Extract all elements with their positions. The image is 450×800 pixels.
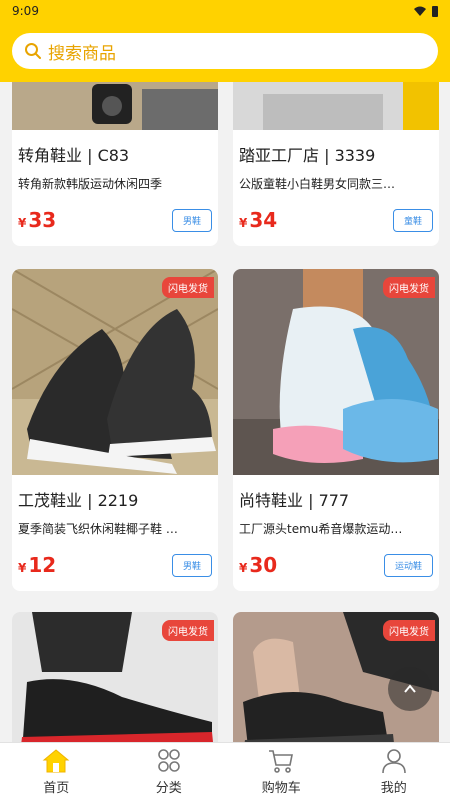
header: 搜索商品 — [0, 22, 450, 82]
status-bar: 9:09 — [0, 0, 450, 22]
product-card[interactable]: 闪电发货 尚特鞋业 | 777 工厂源头temu希音爆款运动… ¥30 运动鞋 — [233, 269, 439, 591]
product-image — [12, 82, 218, 130]
product-desc: 转角新款韩版运动休闲四季 — [18, 177, 163, 191]
battery-icon — [432, 5, 438, 17]
product-desc: 工厂源头temu希音爆款运动… — [239, 522, 403, 536]
product-card[interactable]: 闪电发货 — [12, 612, 218, 742]
flash-delivery-badge: 闪电发货 — [162, 620, 214, 641]
product-image: 闪电发货 — [12, 612, 218, 742]
search-bar[interactable]: 搜索商品 — [12, 33, 438, 69]
wifi-icon — [414, 6, 426, 16]
tab-home[interactable]: 首页 — [0, 743, 113, 800]
cart-icon — [269, 749, 294, 773]
product-image — [233, 82, 439, 130]
category-tag[interactable]: 男鞋 — [171, 553, 212, 577]
profile-icon — [381, 748, 406, 773]
product-price: ¥30 — [239, 553, 278, 577]
product-desc: 夏季简装飞织休闲鞋椰子鞋 … — [18, 522, 178, 536]
flash-delivery-badge: 闪电发货 — [162, 277, 214, 298]
tab-cart[interactable]: 购物车 — [225, 743, 338, 800]
flash-delivery-badge: 闪电发货 — [383, 277, 435, 298]
status-icons — [414, 5, 438, 17]
product-card[interactable]: 踏亚工厂店 | 3339 公版童鞋小白鞋男女同款三… ¥34 童鞋 — [233, 82, 439, 246]
product-price: ¥34 — [239, 208, 278, 232]
category-tag[interactable]: 运动鞋 — [383, 553, 433, 577]
status-time: 9:09 — [12, 4, 39, 18]
product-title: 转角鞋业 | C83 — [18, 146, 130, 165]
chevron-up-icon — [404, 684, 416, 693]
product-title: 踏亚工厂店 | 3339 — [239, 146, 376, 165]
product-card[interactable]: 转角鞋业 | C83 转角新款韩版运动休闲四季 ¥33 男鞋 — [12, 82, 218, 246]
tab-label: 分类 — [155, 780, 182, 796]
product-image: 闪电发货 — [12, 269, 218, 475]
product-feed[interactable]: 转角鞋业 | C83 转角新款韩版运动休闲四季 ¥33 男鞋 踏亚工厂店 | 3… — [0, 82, 450, 742]
search-icon — [25, 43, 41, 59]
home-icon — [42, 748, 70, 772]
back-to-top-button[interactable] — [388, 667, 432, 711]
category-icon — [157, 748, 180, 772]
search-placeholder: 搜索商品 — [48, 43, 116, 64]
product-desc: 公版童鞋小白鞋男女同款三… — [239, 177, 396, 191]
product-card[interactable]: 闪电发货 工茂鞋业 | 2219 夏季简装飞织休闲鞋椰子鞋 … ¥12 男鞋 — [12, 269, 218, 591]
category-tag[interactable]: 男鞋 — [171, 208, 212, 232]
product-title: 尚特鞋业 | 777 — [239, 491, 350, 510]
tab-profile[interactable]: 我的 — [338, 743, 450, 800]
product-image: 闪电发货 — [233, 269, 439, 475]
category-tag[interactable]: 童鞋 — [392, 208, 433, 232]
tab-label: 我的 — [380, 780, 407, 796]
flash-delivery-badge: 闪电发货 — [383, 620, 435, 641]
product-price: ¥12 — [18, 553, 57, 577]
tab-category[interactable]: 分类 — [113, 743, 226, 800]
bottom-tab-bar: 首页 分类 购物车 我的 — [0, 742, 450, 800]
tab-label: 首页 — [43, 780, 70, 796]
product-price: ¥33 — [18, 208, 57, 232]
tab-label: 购物车 — [261, 780, 301, 796]
product-title: 工茂鞋业 | 2219 — [18, 491, 139, 510]
